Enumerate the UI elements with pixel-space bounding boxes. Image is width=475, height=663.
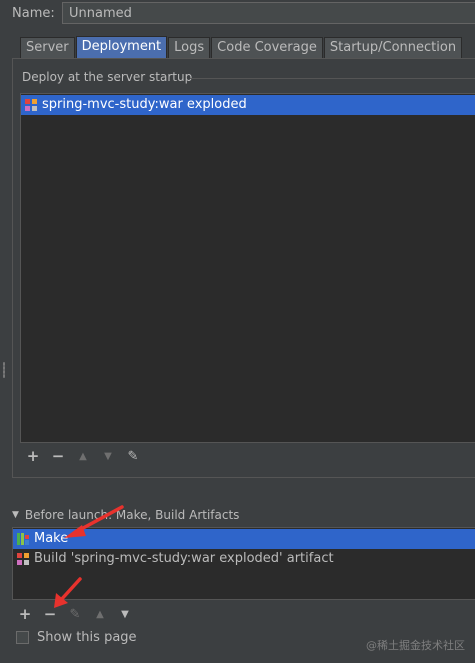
add-icon[interactable]: + [22,446,44,466]
list-item[interactable]: Build 'spring-mvc-study:war exploded' ar… [13,549,475,569]
section-divider [190,78,475,79]
tab-bar: Server Deployment Logs Code Coverage Sta… [20,36,463,58]
before-launch-title: Before launch: Make, Build Artifacts [24,508,240,522]
list-item[interactable]: spring-mvc-study:war exploded [21,95,475,115]
resize-handle[interactable] [3,362,5,378]
show-this-page-label: Show this page [37,630,137,645]
tab-startup-connection[interactable]: Startup/Connection [323,37,463,58]
show-this-page-row[interactable]: Show this page [16,630,137,645]
list-item-label: spring-mvc-study:war exploded [42,97,247,112]
collapse-triangle-icon[interactable]: ▼ [12,510,19,520]
make-icon [17,533,29,545]
before-launch-header[interactable]: ▼ Before launch: Make, Build Artifacts [12,508,239,522]
watermark: @稀土掘金技术社区 [366,639,465,652]
move-down-icon[interactable]: ▼ [114,604,136,624]
move-down-icon[interactable]: ▼ [97,446,119,466]
tab-server[interactable]: Server [20,37,75,58]
move-up-icon[interactable]: ▲ [89,604,111,624]
name-field[interactable] [62,2,475,24]
remove-icon[interactable]: − [47,446,69,466]
show-this-page-checkbox[interactable] [16,631,29,644]
deploy-toolbar: + − ▲ ▼ ✎ [22,445,475,467]
deploy-section-title: Deploy at the server startup [22,70,193,84]
edit-icon[interactable]: ✎ [64,604,86,624]
artifact-icon [17,553,29,565]
add-icon[interactable]: + [14,604,36,624]
deploy-artifact-list[interactable]: spring-mvc-study:war exploded [20,93,475,443]
list-item-label: Make [34,531,69,546]
name-label: Name: [12,6,55,21]
tab-logs[interactable]: Logs [168,37,211,58]
remove-icon[interactable]: − [39,604,61,624]
before-launch-toolbar: + − ✎ ▲ ▼ [14,603,139,625]
tab-code-coverage[interactable]: Code Coverage [211,37,323,58]
tab-deployment[interactable]: Deployment [75,36,168,58]
move-up-icon[interactable]: ▲ [72,446,94,466]
before-launch-list[interactable]: Make Build 'spring-mvc-study:war explode… [12,527,475,600]
list-item-label: Build 'spring-mvc-study:war exploded' ar… [34,551,334,566]
artifact-icon [25,99,37,111]
edit-icon[interactable]: ✎ [122,446,144,466]
list-item[interactable]: Make [13,529,475,549]
